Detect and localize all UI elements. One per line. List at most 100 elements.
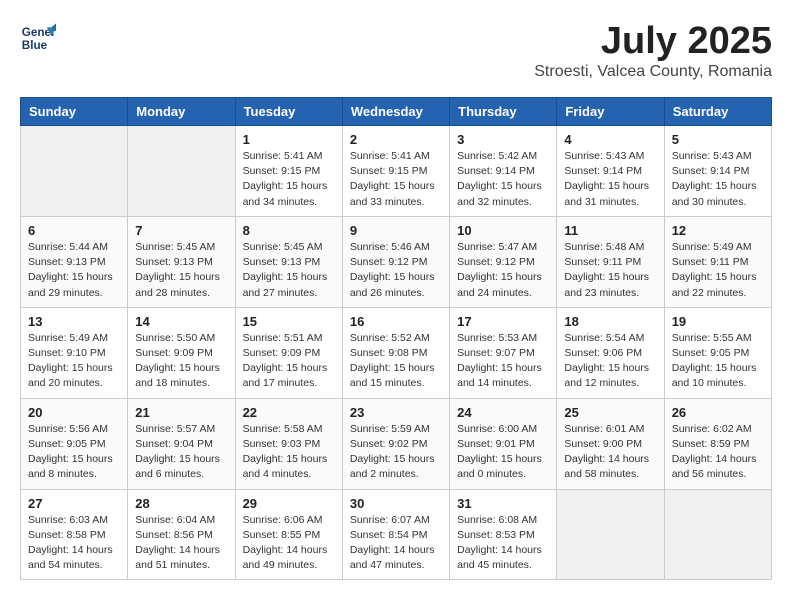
day-info: Sunrise: 6:07 AMSunset: 8:54 PMDaylight:… (350, 513, 442, 574)
svg-text:Blue: Blue (22, 39, 48, 52)
calendar-week-row: 27Sunrise: 6:03 AMSunset: 8:58 PMDayligh… (21, 489, 772, 580)
calendar-cell: 12Sunrise: 5:49 AMSunset: 9:11 PMDayligh… (664, 216, 771, 307)
day-info: Sunrise: 5:49 AMSunset: 9:11 PMDaylight:… (672, 240, 764, 301)
page-header: General Blue July 2025 Stroesti, Valcea … (20, 20, 772, 81)
day-info: Sunrise: 5:47 AMSunset: 9:12 PMDaylight:… (457, 240, 549, 301)
calendar-cell: 3 Sunrise: 5:42 AMSunset: 9:14 PMDaylight… (450, 126, 557, 217)
calendar-cell: 11 Sunrise: 5:48 AMSunset: 9:11 PMDayligh… (557, 216, 664, 307)
day-number: 23 (350, 405, 442, 420)
calendar-cell: 29 Sunrise: 6:06 AMSunset: 8:55 PMDayligh… (235, 489, 342, 580)
day-info: Sunrise: 5:42 AMSunset: 9:14 PMDaylight:… (457, 149, 549, 210)
weekday-header-row: SundayMondayTuesdayWednesdayThursdayFrid… (21, 98, 772, 126)
calendar-cell: 24Sunrise: 6:00 AMSunset: 9:01 PMDayligh… (450, 398, 557, 489)
day-number: 11 (564, 223, 656, 238)
day-info: Sunrise: 6:08 AMSunset: 8:53 PMDaylight:… (457, 513, 549, 574)
calendar-cell: 27Sunrise: 6:03 AMSunset: 8:58 PMDayligh… (21, 489, 128, 580)
weekday-header: Monday (128, 98, 235, 126)
calendar-cell: 1Sunrise: 5:41 AMSunset: 9:15 PMDaylight… (235, 126, 342, 217)
day-info: Sunrise: 6:06 AMSunset: 8:55 PMDaylight:… (243, 513, 335, 574)
weekday-header: Saturday (664, 98, 771, 126)
weekday-header: Tuesday (235, 98, 342, 126)
day-info: Sunrise: 5:45 AMSunset: 9:13 PMDaylight:… (243, 240, 335, 301)
calendar-cell (21, 126, 128, 217)
calendar-cell: 10 Sunrise: 5:47 AMSunset: 9:12 PMDayligh… (450, 216, 557, 307)
day-info: Sunrise: 5:43 AMSunset: 9:14 PMDaylight:… (564, 149, 656, 210)
calendar-week-row: 20 Sunrise: 5:56 AMSunset: 9:05 PMDayligh… (21, 398, 772, 489)
calendar-cell: 20 Sunrise: 5:56 AMSunset: 9:05 PMDayligh… (21, 398, 128, 489)
day-number: 10 (457, 223, 549, 238)
day-number: 18 (564, 314, 656, 329)
day-info: Sunrise: 5:46 AMSunset: 9:12 PMDaylight:… (350, 240, 442, 301)
day-number: 27 (28, 496, 120, 511)
calendar-cell: 23Sunrise: 5:59 AMSunset: 9:02 PMDayligh… (342, 398, 449, 489)
calendar-cell: 14 Sunrise: 5:50 AMSunset: 9:09 PMDayligh… (128, 307, 235, 398)
day-number: 4 (564, 132, 656, 147)
day-number: 24 (457, 405, 549, 420)
day-number: 30 (350, 496, 442, 511)
day-info: Sunrise: 5:54 AMSunset: 9:06 PMDaylight:… (564, 331, 656, 392)
weekday-header: Wednesday (342, 98, 449, 126)
calendar-cell: 16 Sunrise: 5:52 AMSunset: 9:08 PMDayligh… (342, 307, 449, 398)
day-number: 2 (350, 132, 442, 147)
logo-icon: General Blue (20, 20, 56, 56)
day-info: Sunrise: 5:53 AMSunset: 9:07 PMDaylight:… (457, 331, 549, 392)
calendar-cell: 17 Sunrise: 5:53 AMSunset: 9:07 PMDayligh… (450, 307, 557, 398)
day-number: 29 (243, 496, 335, 511)
calendar-cell: 21 Sunrise: 5:57 AMSunset: 9:04 PMDayligh… (128, 398, 235, 489)
day-number: 7 (135, 223, 227, 238)
day-number: 14 (135, 314, 227, 329)
day-info: Sunrise: 5:48 AMSunset: 9:11 PMDaylight:… (564, 240, 656, 301)
calendar-cell: 26 Sunrise: 6:02 AMSunset: 8:59 PMDayligh… (664, 398, 771, 489)
day-number: 3 (457, 132, 549, 147)
title-block: July 2025 Stroesti, Valcea County, Roman… (534, 20, 772, 81)
month-title: July 2025 (534, 20, 772, 63)
calendar-cell: 15Sunrise: 5:51 AMSunset: 9:09 PMDayligh… (235, 307, 342, 398)
calendar-cell: 19 Sunrise: 5:55 AMSunset: 9:05 PMDayligh… (664, 307, 771, 398)
day-info: Sunrise: 5:56 AMSunset: 9:05 PMDaylight:… (28, 422, 120, 483)
calendar-cell (128, 126, 235, 217)
calendar-cell: 4 Sunrise: 5:43 AMSunset: 9:14 PMDaylight… (557, 126, 664, 217)
calendar-cell: 22Sunrise: 5:58 AMSunset: 9:03 PMDayligh… (235, 398, 342, 489)
day-number: 19 (672, 314, 764, 329)
day-info: Sunrise: 5:58 AMSunset: 9:03 PMDaylight:… (243, 422, 335, 483)
calendar-cell: 30 Sunrise: 6:07 AMSunset: 8:54 PMDayligh… (342, 489, 449, 580)
calendar-cell: 31 Sunrise: 6:08 AMSunset: 8:53 PMDayligh… (450, 489, 557, 580)
day-number: 1 (243, 132, 335, 147)
day-info: Sunrise: 6:02 AMSunset: 8:59 PMDaylight:… (672, 422, 764, 483)
day-number: 9 (350, 223, 442, 238)
calendar-cell: 9 Sunrise: 5:46 AMSunset: 9:12 PMDaylight… (342, 216, 449, 307)
day-number: 17 (457, 314, 549, 329)
day-number: 16 (350, 314, 442, 329)
calendar-cell (664, 489, 771, 580)
day-info: Sunrise: 5:44 AMSunset: 9:13 PMDaylight:… (28, 240, 120, 301)
day-number: 20 (28, 405, 120, 420)
day-info: Sunrise: 5:51 AMSunset: 9:09 PMDaylight:… (243, 331, 335, 392)
calendar-cell: 28Sunrise: 6:04 AMSunset: 8:56 PMDayligh… (128, 489, 235, 580)
day-number: 13 (28, 314, 120, 329)
day-info: Sunrise: 5:55 AMSunset: 9:05 PMDaylight:… (672, 331, 764, 392)
calendar-week-row: 13 Sunrise: 5:49 AMSunset: 9:10 PMDayligh… (21, 307, 772, 398)
day-info: Sunrise: 6:04 AMSunset: 8:56 PMDaylight:… (135, 513, 227, 574)
calendar-table: SundayMondayTuesdayWednesdayThursdayFrid… (20, 97, 772, 580)
calendar-cell: 5 Sunrise: 5:43 AMSunset: 9:14 PMDaylight… (664, 126, 771, 217)
day-number: 25 (564, 405, 656, 420)
day-info: Sunrise: 5:43 AMSunset: 9:14 PMDaylight:… (672, 149, 764, 210)
weekday-header: Sunday (21, 98, 128, 126)
calendar-cell: 8Sunrise: 5:45 AMSunset: 9:13 PMDaylight… (235, 216, 342, 307)
calendar-cell: 6 Sunrise: 5:44 AMSunset: 9:13 PMDaylight… (21, 216, 128, 307)
day-number: 31 (457, 496, 549, 511)
day-info: Sunrise: 6:01 AMSunset: 9:00 PMDaylight:… (564, 422, 656, 483)
day-number: 26 (672, 405, 764, 420)
calendar-cell: 7 Sunrise: 5:45 AMSunset: 9:13 PMDaylight… (128, 216, 235, 307)
day-info: Sunrise: 5:50 AMSunset: 9:09 PMDaylight:… (135, 331, 227, 392)
calendar-cell: 25 Sunrise: 6:01 AMSunset: 9:00 PMDayligh… (557, 398, 664, 489)
day-info: Sunrise: 5:45 AMSunset: 9:13 PMDaylight:… (135, 240, 227, 301)
day-info: Sunrise: 5:57 AMSunset: 9:04 PMDaylight:… (135, 422, 227, 483)
calendar-cell: 18 Sunrise: 5:54 AMSunset: 9:06 PMDayligh… (557, 307, 664, 398)
weekday-header: Friday (557, 98, 664, 126)
day-number: 5 (672, 132, 764, 147)
day-number: 6 (28, 223, 120, 238)
day-info: Sunrise: 5:52 AMSunset: 9:08 PMDaylight:… (350, 331, 442, 392)
day-number: 21 (135, 405, 227, 420)
day-info: Sunrise: 5:49 AMSunset: 9:10 PMDaylight:… (28, 331, 120, 392)
